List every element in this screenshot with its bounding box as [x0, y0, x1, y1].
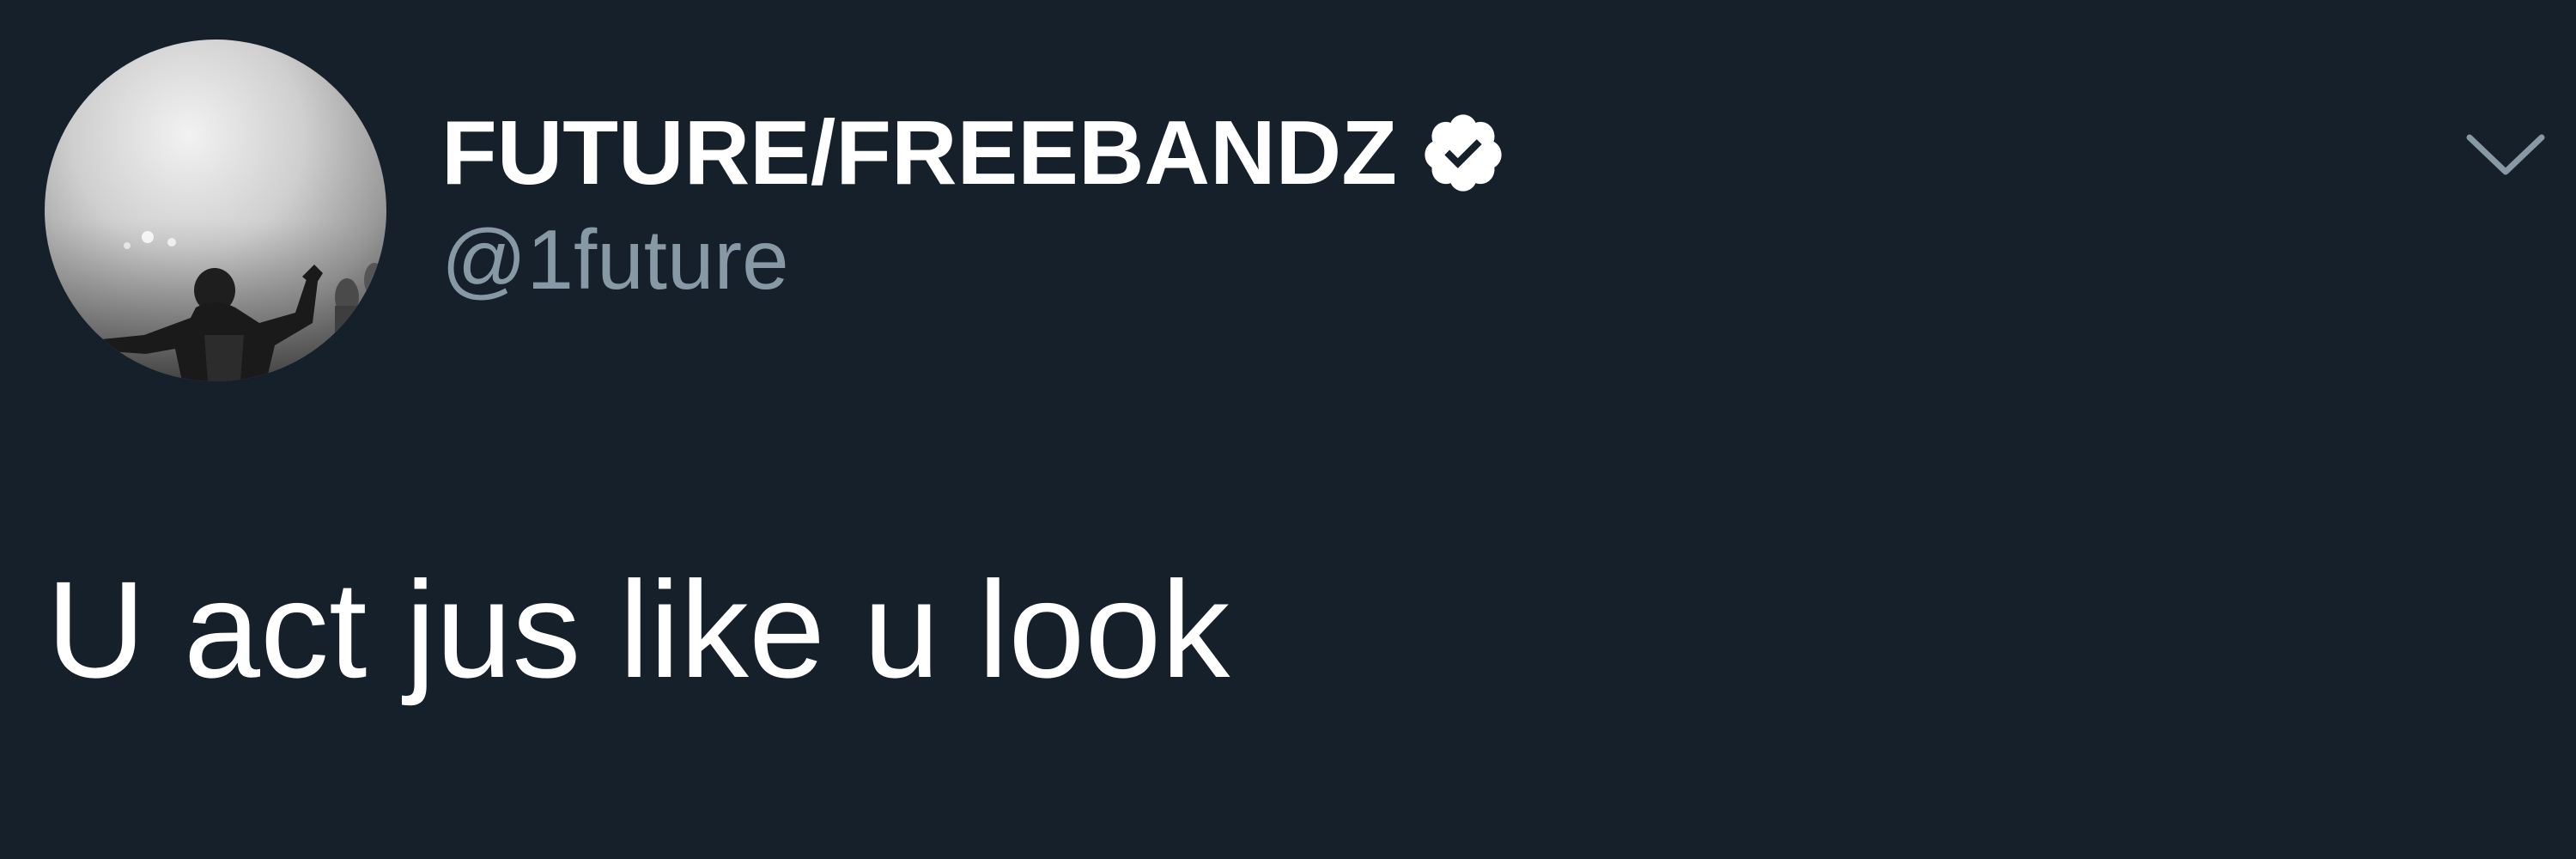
- tweet-menu-button[interactable]: [2461, 122, 2550, 191]
- author-handle[interactable]: @1future: [441, 211, 1507, 308]
- chevron-down-icon: [2466, 134, 2545, 175]
- avatar[interactable]: [45, 40, 386, 381]
- tweet-card: FUTURE/FREEBANDZ @1future U act jus like…: [0, 0, 2576, 859]
- verified-badge-icon: [1425, 114, 1502, 192]
- tweet-author: FUTURE/FREEBANDZ @1future: [441, 101, 1507, 308]
- tweet-text: U act jus like u look: [46, 552, 1230, 706]
- author-display-name[interactable]: FUTURE/FREEBANDZ: [441, 101, 1397, 204]
- avatar-photo: [45, 40, 386, 381]
- author-name-row[interactable]: FUTURE/FREEBANDZ: [441, 101, 1507, 204]
